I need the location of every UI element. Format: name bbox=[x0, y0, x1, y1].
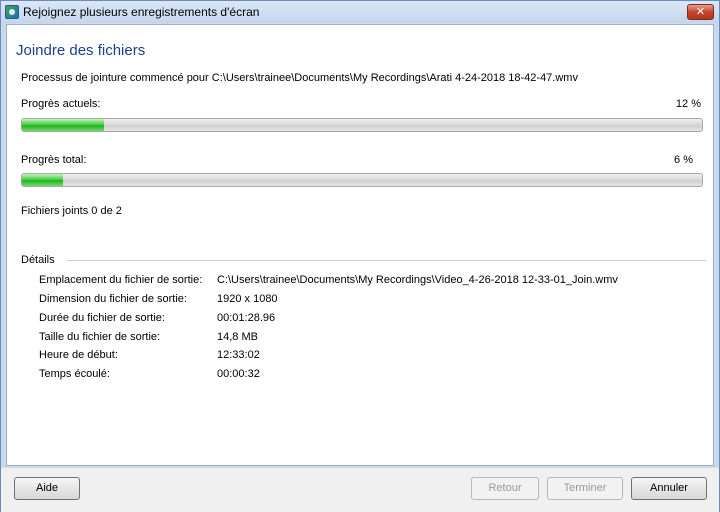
details-divider bbox=[67, 260, 707, 261]
detail-key-elapsed-time: Temps écoulé: bbox=[39, 368, 110, 380]
detail-key-start-time: Heure de début: bbox=[39, 349, 118, 361]
close-button[interactable]: ✕ bbox=[687, 4, 714, 20]
page-title: Joindre des fichiers bbox=[16, 42, 146, 59]
window-title: Rejoignez plusieurs enregistrements d'éc… bbox=[23, 5, 260, 19]
button-bar: Aide Retour Terminer Annuler bbox=[1, 467, 719, 512]
total-progress-percent: 6 % bbox=[674, 154, 693, 166]
details-group-label: Détails bbox=[21, 254, 55, 266]
current-progress-percent: 12 % bbox=[675, 98, 701, 110]
detail-value-size: 14,8 MB bbox=[217, 331, 258, 343]
dialog-window: Rejoignez plusieurs enregistrements d'éc… bbox=[0, 0, 720, 512]
files-joined-text: Fichiers joints 0 de 2 bbox=[21, 205, 122, 217]
detail-value-output-location: C:\Users\trainee\Documents\My Recordings… bbox=[217, 274, 618, 286]
help-button[interactable]: Aide bbox=[14, 477, 80, 500]
detail-key-output-location: Emplacement du fichier de sortie: bbox=[39, 274, 203, 286]
detail-value-elapsed-time: 00:00:32 bbox=[217, 368, 260, 380]
current-progress-label: Progrès actuels: bbox=[21, 98, 101, 110]
close-icon: ✕ bbox=[695, 6, 706, 18]
title-bar[interactable]: Rejoignez plusieurs enregistrements d'éc… bbox=[1, 1, 719, 23]
total-progress-label: Progrès total: bbox=[21, 154, 87, 166]
detail-key-duration: Durée du fichier de sortie: bbox=[39, 312, 165, 324]
detail-value-start-time: 12:33:02 bbox=[217, 349, 260, 361]
detail-value-dimension: 1920 x 1080 bbox=[217, 293, 278, 305]
total-progress-bar bbox=[21, 173, 703, 187]
back-button[interactable]: Retour bbox=[471, 477, 539, 500]
current-progress-bar bbox=[21, 118, 703, 132]
finish-button[interactable]: Terminer bbox=[547, 477, 623, 500]
detail-key-dimension: Dimension du fichier de sortie: bbox=[39, 293, 187, 305]
current-progress-fill bbox=[22, 119, 104, 131]
app-icon bbox=[5, 5, 19, 19]
total-progress-fill bbox=[22, 174, 63, 186]
process-status-text: Processus de jointure commencé pour C:\U… bbox=[21, 72, 578, 84]
detail-value-duration: 00:01:28.96 bbox=[217, 312, 276, 324]
content-panel: Joindre des fichiers Processus de jointu… bbox=[6, 24, 714, 466]
cancel-button[interactable]: Annuler bbox=[631, 477, 707, 500]
detail-key-size: Taille du fichier de sortie: bbox=[39, 331, 161, 343]
